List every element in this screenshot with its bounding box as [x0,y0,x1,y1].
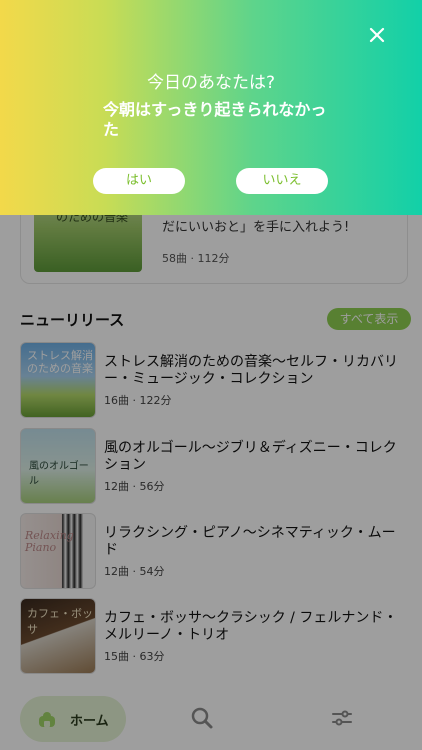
yes-button[interactable]: はい [93,168,185,194]
no-button[interactable]: いいえ [236,168,328,194]
mood-popup: 今日のあなたは? 今朝はすっきり起きられなかった はい いいえ [0,0,422,215]
close-icon[interactable] [366,24,388,46]
popup-title: 今日のあなたは? [146,73,276,93]
popup-question: 今朝はすっきり起きられなかった [103,100,327,139]
